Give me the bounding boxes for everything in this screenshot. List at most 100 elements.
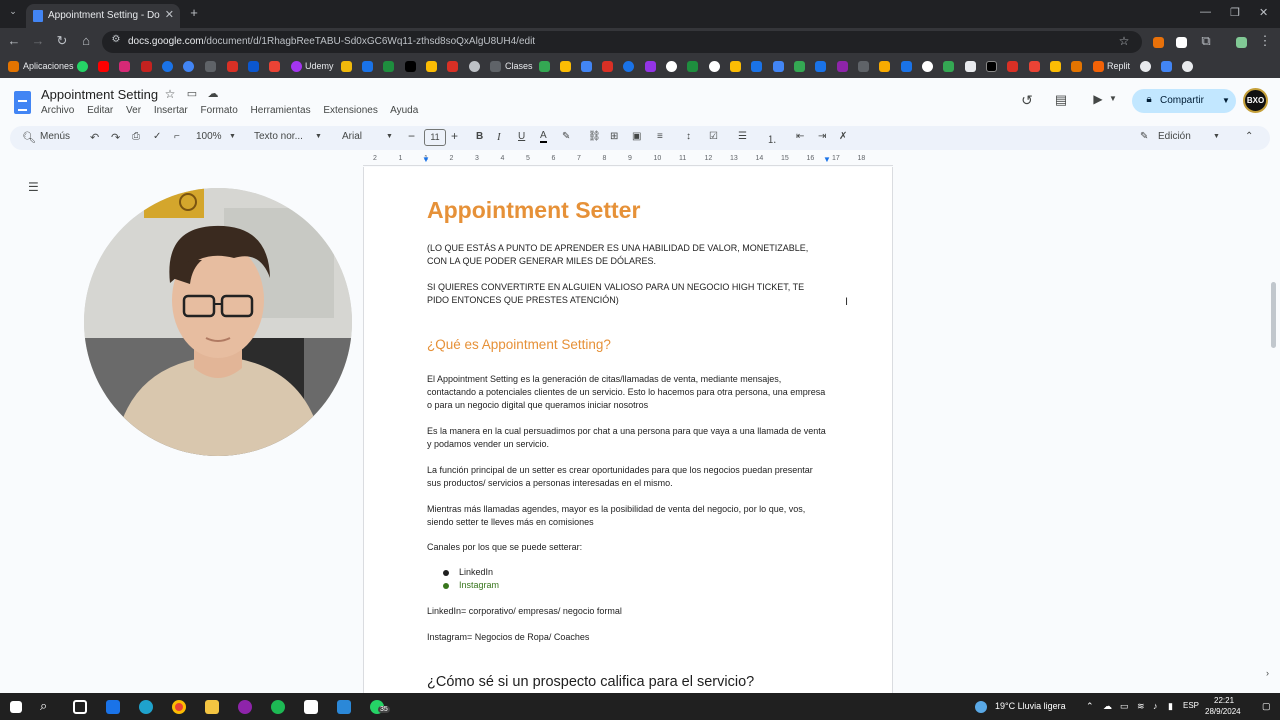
tray-chevron-icon[interactable]: ⌃ — [1086, 701, 1094, 712]
menu-formato[interactable]: Formato — [201, 105, 238, 116]
cloud-tray-icon[interactable]: ☁ — [1103, 701, 1112, 712]
bookmark-icon-20[interactable] — [539, 61, 550, 72]
microsoft-store-icon[interactable] — [106, 700, 120, 714]
bookmark-clases[interactable]: Clases — [505, 61, 533, 71]
document-outline-icon[interactable]: ☰ — [28, 181, 41, 193]
search-menus-icon[interactable]: 🔍︎ — [22, 131, 36, 144]
editing-mode-dropdown-icon[interactable]: ▼ — [1213, 133, 1220, 140]
omnibox[interactable]: ⚙ docs.google.com/document/d/1RhagbReeTA… — [102, 31, 1142, 53]
bookmark-icon-27[interactable] — [687, 61, 698, 72]
network-tray-icon[interactable]: ▭ — [1120, 701, 1129, 712]
bookmark-icon-5[interactable] — [162, 61, 173, 72]
bookmark-icon-49[interactable] — [1182, 61, 1193, 72]
bookmark-icon-17[interactable] — [447, 61, 458, 72]
left-indent-marker-icon[interactable]: ▼ — [422, 155, 430, 164]
style-select[interactable]: Texto nor... — [254, 131, 303, 142]
move-folder-icon[interactable]: ▭ — [184, 87, 200, 100]
home-icon[interactable]: ⌂ — [78, 33, 94, 48]
version-history-icon[interactable]: ↺ — [1019, 92, 1035, 109]
bookmark-icon-12[interactable] — [341, 61, 352, 72]
file-explorer-icon[interactable] — [205, 700, 219, 714]
spotify-icon[interactable] — [271, 700, 285, 714]
extension-icon-1[interactable] — [1153, 37, 1164, 48]
bookmark-icon-14[interactable] — [383, 61, 394, 72]
bookmark-icon-10[interactable] — [269, 61, 280, 72]
bookmark-icon-37[interactable] — [901, 61, 912, 72]
bookmark-icon-16[interactable] — [426, 61, 437, 72]
bookmark-icon-21[interactable] — [560, 61, 571, 72]
wifi-tray-icon[interactable]: ≋ — [1137, 701, 1145, 712]
weather-icon[interactable] — [975, 701, 987, 713]
bookmark-apps[interactable]: Aplicaciones — [23, 61, 74, 71]
bookmark-icon-33[interactable] — [815, 61, 826, 72]
bookmark-icon-42[interactable] — [1007, 61, 1018, 72]
account-avatar[interactable]: BXO — [1243, 88, 1268, 113]
bookmark-icon-15[interactable] — [405, 61, 416, 72]
bookmark-icon-29[interactable] — [730, 61, 741, 72]
highlight-icon[interactable]: ✎ — [562, 131, 570, 142]
browser-tab-active[interactable]: Appointment Setting - Docum ✕ — [26, 4, 180, 28]
bookmark-icon-13[interactable] — [362, 61, 373, 72]
star-icon[interactable]: ☆ — [162, 87, 178, 101]
bookmark-icon-8[interactable] — [227, 61, 238, 72]
bookmark-icon-32[interactable] — [794, 61, 805, 72]
bookmark-icon-24[interactable] — [623, 61, 634, 72]
bookmark-icon-9[interactable] — [248, 61, 259, 72]
menu-herramientas[interactable]: Herramientas — [251, 105, 311, 116]
apps-grid-icon[interactable] — [8, 61, 19, 72]
search-menus-label[interactable]: Menús — [40, 131, 70, 142]
restore-icon[interactable]: ❐ — [1230, 6, 1240, 19]
print-icon[interactable]: ⎙ — [132, 131, 140, 142]
menu-editar[interactable]: Editar — [87, 105, 113, 116]
menu-ayuda[interactable]: Ayuda — [390, 105, 418, 116]
undo-icon[interactable]: ↶ — [90, 131, 99, 144]
bookmark-icon-40[interactable] — [965, 61, 976, 72]
reload-icon[interactable]: ↻ — [54, 33, 70, 49]
share-button[interactable]: 🔒︎ Compartir ▼ — [1132, 89, 1236, 113]
document-title[interactable]: Appointment Setting — [41, 87, 158, 102]
text-color-icon[interactable]: A — [540, 131, 547, 143]
bookmark-icon-26[interactable] — [666, 61, 677, 72]
menu-extensiones[interactable]: Extensiones — [323, 105, 377, 116]
instagram-bookmark-icon[interactable] — [119, 61, 130, 72]
add-comment-icon[interactable]: ⊞ — [610, 131, 618, 142]
bookmark-icon-48[interactable] — [1161, 61, 1172, 72]
extension-icon-3[interactable] — [1236, 37, 1247, 48]
back-icon[interactable]: ← — [6, 33, 22, 48]
right-indent-marker-icon[interactable]: ▼ — [823, 155, 831, 164]
meet-video-icon[interactable]: ▶ — [1090, 92, 1106, 106]
windows-start-icon[interactable] — [10, 701, 22, 713]
bookmark-icon-30[interactable] — [751, 61, 762, 72]
chrome-menu-icon[interactable]: ⋮ — [1257, 33, 1273, 49]
bookmark-icon-25[interactable] — [645, 61, 656, 72]
decrease-font-icon[interactable]: − — [408, 129, 415, 143]
weather-text[interactable]: 19°C Lluvia ligera — [995, 701, 1066, 711]
underline-icon[interactable]: U — [518, 131, 525, 142]
menu-ver[interactable]: Ver — [126, 105, 141, 116]
numbered-list-icon[interactable]: ⒈ — [767, 131, 777, 146]
replit-bookmark-icon[interactable] — [1093, 61, 1104, 72]
editing-mode-select[interactable]: Edición — [1158, 131, 1191, 142]
window-close-icon[interactable]: ✕ — [1259, 6, 1268, 19]
bookmark-icon-47[interactable] — [1140, 61, 1151, 72]
chrome-profile-taskbar-icon[interactable] — [238, 700, 252, 714]
chrome-taskbar-icon[interactable] — [172, 700, 186, 714]
insert-image-icon[interactable]: ▣ — [632, 131, 641, 142]
clear-formatting-icon[interactable]: ✗ — [839, 131, 847, 142]
increase-font-icon[interactable]: + — [451, 129, 458, 143]
bookmark-icon-35[interactable] — [858, 61, 869, 72]
battery-tray-icon[interactable]: ▮ — [1168, 701, 1173, 712]
menu-insertar[interactable]: Insertar — [154, 105, 188, 116]
tab-search-icon[interactable]: ⌄ — [5, 6, 21, 17]
bookmark-icon-18[interactable] — [469, 61, 480, 72]
explore-collapse-icon[interactable]: › — [1266, 668, 1269, 678]
bookmark-icon-36[interactable] — [879, 61, 890, 72]
bookmark-icon-31[interactable] — [773, 61, 784, 72]
meet-dropdown-icon[interactable]: ▼ — [1105, 94, 1121, 103]
tab-close-icon[interactable]: ✕ — [165, 8, 174, 21]
bookmark-icon-28[interactable] — [709, 61, 720, 72]
zoom-dropdown-icon[interactable]: ▼ — [229, 133, 236, 140]
bookmark-replit[interactable]: Replit — [1107, 61, 1130, 71]
clases-bookmark-icon[interactable] — [490, 61, 501, 72]
bulleted-list-icon[interactable]: ☰ — [738, 131, 747, 142]
